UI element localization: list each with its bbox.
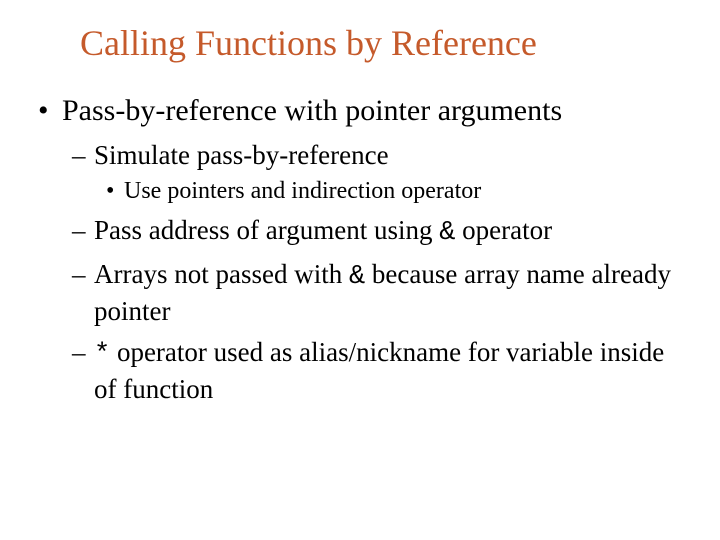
bullet-l2: Pass address of argument using & operato… xyxy=(72,213,690,251)
bullet-l2: Arrays not passed with & because array n… xyxy=(72,257,690,329)
code-ampersand: & xyxy=(349,262,365,292)
bullet-l2: Simulate pass-by-reference xyxy=(72,138,690,173)
bullet-text: Simulate pass-by-reference xyxy=(94,140,389,170)
bullet-text-post: operator xyxy=(455,215,552,245)
bullet-l2: * operator used as alias/nickname for va… xyxy=(72,335,690,407)
code-ampersand: & xyxy=(439,218,455,248)
bullet-list: Pass-by-reference with pointer arguments… xyxy=(38,92,690,407)
code-star: * xyxy=(94,340,110,370)
slide: Calling Functions by Reference Pass-by-r… xyxy=(0,0,720,540)
bullet-l1: Pass-by-reference with pointer arguments xyxy=(38,92,690,130)
bullet-l3: Use pointers and indirection operator xyxy=(106,176,690,207)
bullet-text-pre: Arrays not passed with xyxy=(94,259,349,289)
bullet-text: Pass-by-reference with pointer arguments xyxy=(62,94,562,127)
bullet-text: Use pointers and indirection operator xyxy=(124,178,481,204)
bullet-text-post: operator used as alias/nickname for vari… xyxy=(94,337,664,405)
slide-title: Calling Functions by Reference xyxy=(80,22,690,64)
bullet-text-pre: Pass address of argument using xyxy=(94,215,439,245)
